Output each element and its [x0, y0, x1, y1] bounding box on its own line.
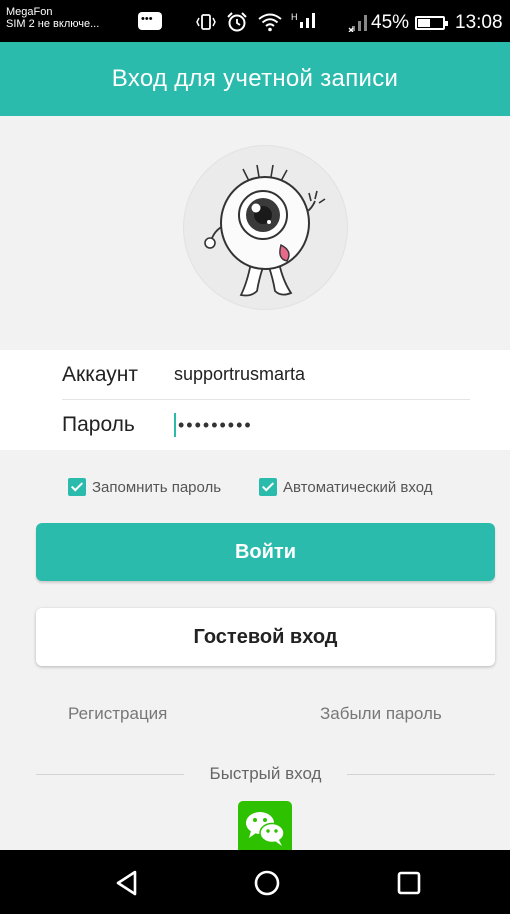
back-icon[interactable] [110, 866, 144, 900]
password-value: ••••••••• [178, 414, 253, 435]
alarm-icon [227, 12, 247, 32]
avatar[interactable] [183, 145, 348, 310]
forgot-password-link[interactable]: Забыли пароль [320, 704, 442, 724]
remember-password-checkbox[interactable]: Запомнить пароль [68, 478, 221, 496]
login-options: Запомнить пароль Автоматический вход [0, 478, 510, 504]
battery-percent: 45% [371, 12, 410, 33]
password-label: Пароль [62, 413, 135, 436]
page-title: Вход для учетной записи [111, 65, 399, 92]
battery-icon [415, 16, 448, 30]
account-input[interactable]: supportrusmarta [174, 364, 305, 385]
account-row[interactable]: Аккаунт supportrusmarta [62, 350, 470, 400]
wechat-icon [246, 812, 285, 846]
vibrate-icon [196, 14, 216, 30]
quick-login-label: Быстрый вход [209, 764, 322, 783]
text-cursor [174, 413, 176, 437]
signal-sim2-icon [348, 15, 367, 32]
network-type: H [291, 12, 298, 22]
recent-apps-icon[interactable] [392, 866, 426, 900]
app-header: Вход для учетной записи [0, 42, 510, 116]
guest-login-button[interactable]: Гостевой вход [36, 608, 495, 666]
avatar-area [0, 116, 510, 350]
divider-line [36, 773, 184, 775]
login-button[interactable]: Войти [36, 523, 495, 581]
carrier-name: MegaFon [6, 6, 53, 18]
sim-status: SIM 2 не включе... [6, 18, 100, 30]
clock: 13:08 [455, 12, 503, 33]
divider-line [347, 773, 495, 775]
quick-login-divider: Быстрый вход [36, 762, 495, 786]
checkbox-checked-icon [68, 478, 86, 496]
wechat-login-button[interactable] [238, 801, 292, 850]
remember-password-label: Запомнить пароль [92, 478, 222, 496]
checkbox-checked-icon [259, 478, 277, 496]
wifi-icon [258, 13, 282, 32]
auto-login-label: Автоматический вход [283, 478, 433, 496]
login-form: Аккаунт supportrusmarta Пароль ••••••••• [0, 350, 510, 450]
status-bar: MegaFon SIM 2 не включе... H [0, 0, 510, 42]
message-notification-icon [138, 12, 162, 30]
battery-level [418, 19, 430, 27]
home-icon[interactable] [250, 866, 284, 900]
signal-h-icon: H [291, 10, 320, 34]
system-navigation-bar [0, 850, 510, 914]
password-row[interactable]: Пароль ••••••••• [62, 400, 470, 450]
status-icons: H [196, 10, 370, 34]
account-label: Аккаунт [62, 362, 139, 386]
auto-login-checkbox[interactable]: Автоматический вход [259, 478, 432, 496]
register-link[interactable]: Регистрация [68, 704, 167, 724]
eyeball-mascot-icon [204, 164, 326, 297]
carrier-info: MegaFon SIM 2 не включе... [6, 6, 99, 30]
password-input[interactable]: ••••••••• [174, 413, 253, 437]
